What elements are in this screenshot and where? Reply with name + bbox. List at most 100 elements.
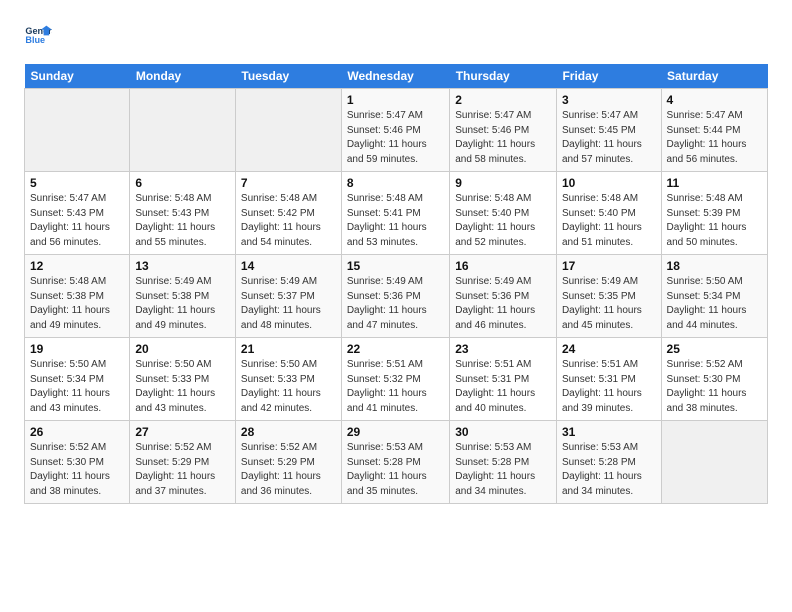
day-number: 3 [562,93,656,107]
day-cell: 28Sunrise: 5:52 AM Sunset: 5:29 PM Dayli… [235,421,341,504]
column-header-saturday: Saturday [661,64,767,89]
day-cell [25,89,130,172]
day-number: 22 [347,342,444,356]
day-cell: 20Sunrise: 5:50 AM Sunset: 5:33 PM Dayli… [130,338,236,421]
day-cell: 3Sunrise: 5:47 AM Sunset: 5:45 PM Daylig… [556,89,661,172]
day-info: Sunrise: 5:51 AM Sunset: 5:31 PM Dayligh… [562,358,656,416]
day-cell: 12Sunrise: 5:48 AM Sunset: 5:38 PM Dayli… [25,255,130,338]
day-info: Sunrise: 5:49 AM Sunset: 5:37 PM Dayligh… [241,275,336,333]
day-number: 11 [667,176,762,190]
day-number: 7 [241,176,336,190]
day-info: Sunrise: 5:53 AM Sunset: 5:28 PM Dayligh… [347,441,444,499]
day-info: Sunrise: 5:49 AM Sunset: 5:35 PM Dayligh… [562,275,656,333]
day-cell: 2 Sunrise: 5:47 AM Sunset: 5:46 PM Daylig… [450,89,557,172]
calendar-header-row: SundayMondayTuesdayWednesdayThursdayFrid… [25,64,768,89]
day-info: Sunrise: 5:50 AM Sunset: 5:34 PM Dayligh… [667,275,762,333]
day-number: 18 [667,259,762,273]
column-header-wednesday: Wednesday [341,64,449,89]
day-cell [130,89,236,172]
day-number: 29 [347,425,444,439]
day-number: 16 [455,259,551,273]
day-cell: 18 Sunrise: 5:50 AM Sunset: 5:34 PM Dayli… [661,255,767,338]
day-cell: 4Sunrise: 5:47 AM Sunset: 5:44 PM Daylig… [661,89,767,172]
column-header-sunday: Sunday [25,64,130,89]
column-header-monday: Monday [130,64,236,89]
day-number: 19 [30,342,124,356]
day-info: Sunrise: 5:48 AM Sunset: 5:40 PM Dayligh… [562,192,656,250]
column-header-friday: Friday [556,64,661,89]
day-info: Sunrise: 5:49 AM Sunset: 5:36 PM Dayligh… [455,275,551,333]
day-number: 31 [562,425,656,439]
day-cell: 9 Sunrise: 5:48 AM Sunset: 5:40 PM Daylig… [450,172,557,255]
calendar-container: General Blue SundayMondayTuesdayWednesda… [0,0,792,520]
day-number: 17 [562,259,656,273]
day-cell: 14 Sunrise: 5:49 AM Sunset: 5:37 PM Dayli… [235,255,341,338]
day-number: 5 [30,176,124,190]
day-info: Sunrise: 5:48 AM Sunset: 5:42 PM Dayligh… [241,192,336,250]
day-number: 27 [135,425,230,439]
week-row-3: 12Sunrise: 5:48 AM Sunset: 5:38 PM Dayli… [25,255,768,338]
day-info: Sunrise: 5:52 AM Sunset: 5:29 PM Dayligh… [241,441,336,499]
day-number: 15 [347,259,444,273]
day-cell: 11 Sunrise: 5:48 AM Sunset: 5:39 PM Dayli… [661,172,767,255]
calendar-table: SundayMondayTuesdayWednesdayThursdayFrid… [24,64,768,504]
day-cell: 8Sunrise: 5:48 AM Sunset: 5:41 PM Daylig… [341,172,449,255]
header: General Blue [24,20,768,48]
day-number: 2 [455,93,551,107]
day-cell: 23 Sunrise: 5:51 AM Sunset: 5:31 PM Dayli… [450,338,557,421]
day-info: Sunrise: 5:52 AM Sunset: 5:30 PM Dayligh… [667,358,762,416]
day-number: 14 [241,259,336,273]
day-info: Sunrise: 5:50 AM Sunset: 5:33 PM Dayligh… [241,358,336,416]
day-cell: 13 Sunrise: 5:49 AM Sunset: 5:38 PM Dayli… [130,255,236,338]
day-number: 30 [455,425,551,439]
logo-icon: General Blue [24,20,52,48]
day-cell: 16 Sunrise: 5:49 AM Sunset: 5:36 PM Dayli… [450,255,557,338]
day-number: 13 [135,259,230,273]
day-cell: 27 Sunrise: 5:52 AM Sunset: 5:29 PM Dayli… [130,421,236,504]
day-info: Sunrise: 5:51 AM Sunset: 5:32 PM Dayligh… [347,358,444,416]
day-info: Sunrise: 5:48 AM Sunset: 5:40 PM Dayligh… [455,192,551,250]
day-number: 25 [667,342,762,356]
day-cell: 21Sunrise: 5:50 AM Sunset: 5:33 PM Dayli… [235,338,341,421]
day-number: 10 [562,176,656,190]
week-row-2: 5 Sunrise: 5:47 AM Sunset: 5:43 PM Daylig… [25,172,768,255]
svg-text:Blue: Blue [25,35,45,45]
day-number: 24 [562,342,656,356]
day-cell: 19 Sunrise: 5:50 AM Sunset: 5:34 PM Dayli… [25,338,130,421]
day-info: Sunrise: 5:47 AM Sunset: 5:46 PM Dayligh… [347,109,444,167]
day-cell: 31Sunrise: 5:53 AM Sunset: 5:28 PM Dayli… [556,421,661,504]
column-header-thursday: Thursday [450,64,557,89]
day-number: 8 [347,176,444,190]
day-info: Sunrise: 5:49 AM Sunset: 5:36 PM Dayligh… [347,275,444,333]
day-info: Sunrise: 5:49 AM Sunset: 5:38 PM Dayligh… [135,275,230,333]
week-row-4: 19 Sunrise: 5:50 AM Sunset: 5:34 PM Dayli… [25,338,768,421]
day-info: Sunrise: 5:51 AM Sunset: 5:31 PM Dayligh… [455,358,551,416]
day-info: Sunrise: 5:52 AM Sunset: 5:29 PM Dayligh… [135,441,230,499]
week-row-5: 26 Sunrise: 5:52 AM Sunset: 5:30 PM Dayli… [25,421,768,504]
logo: General Blue [24,20,52,48]
day-info: Sunrise: 5:50 AM Sunset: 5:34 PM Dayligh… [30,358,124,416]
day-number: 9 [455,176,551,190]
day-cell: 15 Sunrise: 5:49 AM Sunset: 5:36 PM Dayli… [341,255,449,338]
day-cell: 26 Sunrise: 5:52 AM Sunset: 5:30 PM Dayli… [25,421,130,504]
day-cell [661,421,767,504]
day-info: Sunrise: 5:47 AM Sunset: 5:43 PM Dayligh… [30,192,124,250]
day-info: Sunrise: 5:53 AM Sunset: 5:28 PM Dayligh… [455,441,551,499]
day-info: Sunrise: 5:47 AM Sunset: 5:46 PM Dayligh… [455,109,551,167]
day-number: 6 [135,176,230,190]
day-info: Sunrise: 5:47 AM Sunset: 5:44 PM Dayligh… [667,109,762,167]
day-info: Sunrise: 5:52 AM Sunset: 5:30 PM Dayligh… [30,441,124,499]
day-number: 1 [347,93,444,107]
day-number: 23 [455,342,551,356]
day-cell: 6Sunrise: 5:48 AM Sunset: 5:43 PM Daylig… [130,172,236,255]
day-cell: 7 Sunrise: 5:48 AM Sunset: 5:42 PM Daylig… [235,172,341,255]
day-cell: 22 Sunrise: 5:51 AM Sunset: 5:32 PM Dayli… [341,338,449,421]
day-number: 20 [135,342,230,356]
day-info: Sunrise: 5:48 AM Sunset: 5:39 PM Dayligh… [667,192,762,250]
week-row-1: 1 Sunrise: 5:47 AM Sunset: 5:46 PM Daylig… [25,89,768,172]
column-header-tuesday: Tuesday [235,64,341,89]
day-number: 26 [30,425,124,439]
day-cell: 25 Sunrise: 5:52 AM Sunset: 5:30 PM Dayli… [661,338,767,421]
day-cell: 10 Sunrise: 5:48 AM Sunset: 5:40 PM Dayli… [556,172,661,255]
day-number: 12 [30,259,124,273]
